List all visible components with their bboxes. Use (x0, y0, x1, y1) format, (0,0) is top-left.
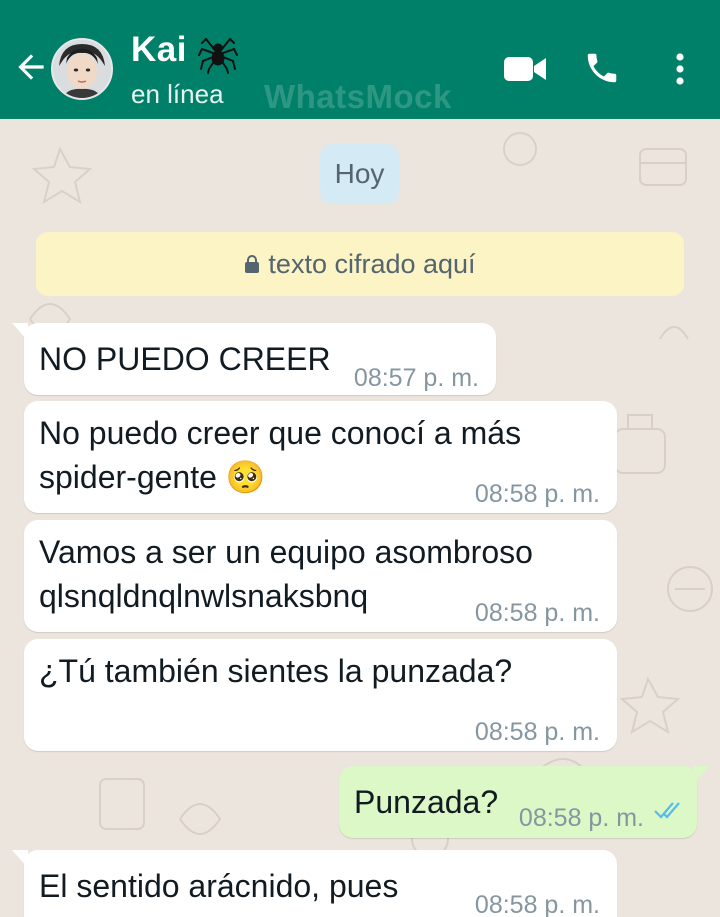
encryption-notice-text: texto cifrado aquí (268, 248, 476, 279)
encryption-notice[interactable]: texto cifrado aquí (36, 232, 684, 296)
message-text: qlsnqldnqlnwlsnaksbnq (39, 578, 369, 614)
message-time: 08:58 p. m. (474, 718, 600, 746)
avatar[interactable] (51, 38, 113, 100)
message-bubble-incoming[interactable]: NO PUEDO CREER 08:57 p. m. (12, 323, 496, 395)
contact-name[interactable]: Kai (131, 30, 187, 70)
read-double-check-icon (654, 802, 680, 819)
spider-icon (198, 37, 238, 74)
message-text: spider-gente 🥺 (39, 459, 266, 495)
message-time: 08:58 p. m. (474, 891, 600, 917)
phone-icon[interactable] (583, 49, 621, 87)
message-text: Vamos a ser un equipo asombroso (39, 534, 533, 570)
contact-status: en línea (131, 79, 224, 109)
message-bubble-incoming[interactable]: El sentido arácnido, pues 08:58 p. m. (12, 850, 617, 917)
avatar-photo (53, 40, 111, 98)
message-text: ¿Tú también sientes la punzada? (39, 653, 513, 689)
message-bubble-incoming[interactable]: Vamos a ser un equipo asombroso qlsnqldn… (24, 520, 617, 632)
chat-area[interactable]: Hoy texto cifrado aquí NO PUEDO CREER 08… (0, 119, 720, 917)
message-time: 08:58 p. m. (518, 804, 644, 832)
date-label: Hoy (320, 144, 399, 204)
message-bubble-incoming[interactable]: ¿Tú también sientes la punzada? 08:58 p.… (24, 639, 617, 751)
message-time: 08:58 p. m. (474, 480, 600, 508)
message-bubble-outgoing[interactable]: Punzada? 08:58 p. m. (339, 766, 709, 838)
message-time: 08:58 p. m. (474, 599, 600, 627)
watermark: WhatsMock (264, 78, 452, 115)
video-camera-icon[interactable] (503, 53, 547, 85)
more-vert-icon[interactable] (666, 50, 694, 88)
message-text: No puedo creer que conocí a más (39, 415, 522, 451)
message-text: Punzada? (354, 784, 499, 820)
message-time: 08:57 p. m. (353, 364, 479, 392)
chat-header: Kai en línea WhatsMock (0, 0, 720, 119)
lock-icon (245, 255, 260, 273)
message-bubble-incoming[interactable]: No puedo creer que conocí a más spider-g… (24, 401, 617, 513)
message-text: El sentido arácnido, pues (39, 868, 399, 904)
back-arrow-icon[interactable] (12, 48, 50, 86)
message-text: NO PUEDO CREER (39, 341, 331, 377)
